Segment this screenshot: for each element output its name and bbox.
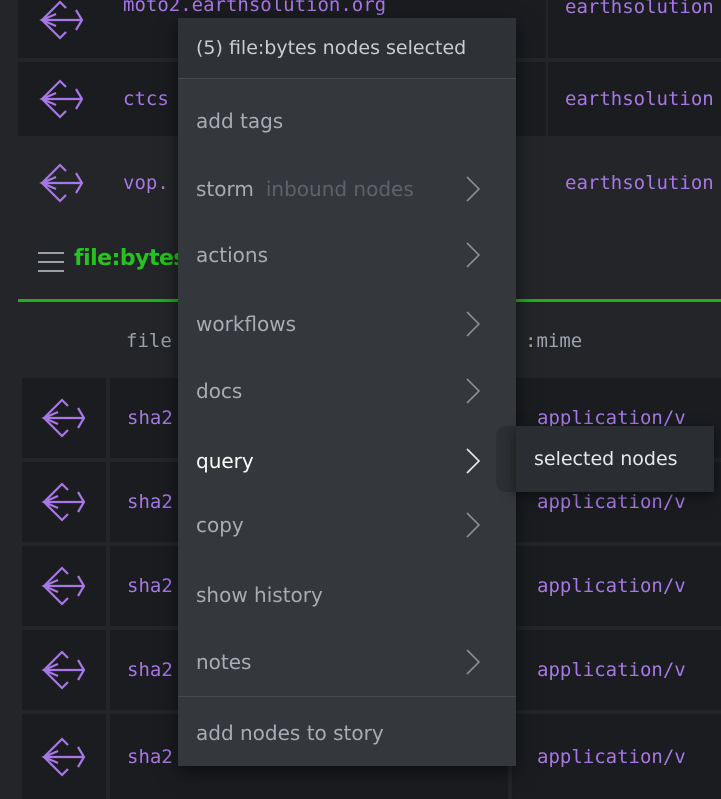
- menu-item-label: storm: [196, 177, 254, 201]
- pivot-cell[interactable]: [22, 546, 106, 626]
- list-cell: earthsolution: [548, 62, 721, 136]
- cell-text: sha2: [127, 407, 173, 429]
- menu-item-label: add nodes to story: [196, 721, 384, 745]
- submenu-item-selected-nodes[interactable]: selected nodes: [534, 448, 678, 470]
- submenu-query: selected nodes: [516, 426, 714, 492]
- menu-item-label: add tags: [196, 109, 284, 133]
- hamburger-menu-icon[interactable]: [38, 252, 64, 272]
- cell-text: application/v: [537, 745, 686, 768]
- menu-item-label: docs: [196, 379, 243, 403]
- menu-item-storm[interactable]: storm inbound nodes: [178, 156, 516, 222]
- cell-text: moto2.earthsolution.org: [123, 0, 387, 16]
- cell-text: application/v: [537, 491, 686, 513]
- context-menu: (5) file:bytes nodes selected add tags s…: [178, 18, 516, 766]
- pivot-cell[interactable]: [22, 630, 106, 710]
- cell-text: sha2: [127, 745, 173, 768]
- menu-item-add-tags[interactable]: add tags: [178, 88, 516, 154]
- section-title: file:bytes: [74, 246, 187, 271]
- menu-item-actions[interactable]: actions: [178, 222, 516, 288]
- chevron-right-icon: [466, 512, 480, 538]
- menu-item-add-nodes-to-story[interactable]: add nodes to story: [178, 700, 516, 766]
- menu-item-label: show history: [196, 583, 323, 607]
- node-graph-icon: [41, 566, 86, 606]
- menu-item-copy[interactable]: copy: [178, 492, 516, 558]
- chevron-right-icon: [466, 176, 480, 202]
- cell-text: earthsolution: [565, 0, 714, 18]
- submenu-edge: [496, 426, 516, 492]
- pivot-cell[interactable]: [22, 378, 106, 458]
- pivot-cell[interactable]: [18, 140, 106, 226]
- list-cell: earthsolution: [548, 140, 721, 226]
- cell-text: application/v: [537, 659, 686, 681]
- menu-item-workflows[interactable]: workflows: [178, 291, 516, 357]
- chevron-right-icon: [466, 378, 480, 404]
- menu-item-docs[interactable]: docs: [178, 358, 516, 424]
- menu-item-hint: inbound nodes: [265, 177, 414, 201]
- menu-divider: [178, 696, 516, 697]
- pivot-cell[interactable]: [22, 462, 106, 542]
- cell-text: sha2: [127, 491, 173, 513]
- menu-item-notes[interactable]: notes: [178, 629, 516, 695]
- node-graph-icon: [39, 163, 84, 203]
- cell-text: sha2: [127, 659, 173, 681]
- chevron-right-icon: [466, 242, 480, 268]
- chevron-right-icon: [466, 311, 480, 337]
- node-graph-icon: [39, 79, 84, 119]
- cell-text: sha2: [127, 575, 173, 597]
- menu-item-query[interactable]: query: [178, 428, 516, 494]
- node-graph-icon: [41, 482, 86, 522]
- menu-item-show-history[interactable]: show history: [178, 562, 516, 628]
- menu-item-label: query: [196, 449, 254, 473]
- menu-item-label: copy: [196, 513, 244, 537]
- node-graph-icon: [39, 0, 84, 40]
- pivot-cell[interactable]: [22, 714, 106, 799]
- pivot-cell[interactable]: [18, 0, 106, 58]
- mime-cell: application/v: [512, 546, 721, 626]
- mime-cell: application/v: [512, 714, 721, 799]
- mime-cell: application/v: [512, 630, 721, 710]
- list-cell: earthsolution: [548, 0, 721, 58]
- node-graph-icon: [41, 398, 86, 438]
- menu-item-label: notes: [196, 650, 252, 674]
- menu-header: (5) file:bytes nodes selected: [178, 18, 516, 78]
- node-graph-icon: [41, 736, 86, 777]
- menu-divider: [178, 78, 516, 79]
- cell-text: ctcs: [123, 88, 169, 110]
- node-graph-icon: [41, 650, 86, 690]
- chevron-right-icon: [466, 649, 480, 675]
- cell-text: application/v: [537, 575, 686, 597]
- cell-text: earthsolution: [565, 88, 714, 110]
- cell-text: vop.: [123, 172, 169, 194]
- column-header-mime[interactable]: :mime: [525, 330, 582, 352]
- pivot-cell[interactable]: [18, 62, 106, 136]
- menu-item-label: workflows: [196, 312, 297, 336]
- cell-text: earthsolution: [565, 172, 714, 194]
- column-header-file[interactable]: file: [126, 330, 172, 352]
- menu-item-label: actions: [196, 243, 268, 267]
- chevron-right-icon: [466, 448, 480, 474]
